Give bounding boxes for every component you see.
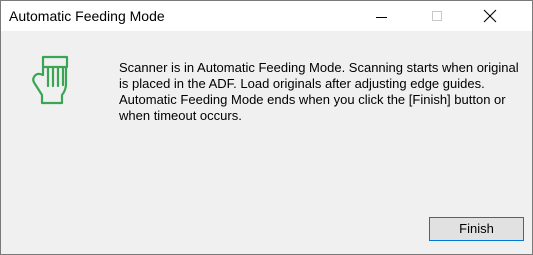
close-icon	[483, 9, 497, 23]
maximize-icon	[432, 11, 442, 21]
dialog-content: Scanner is in Automatic Feeding Mode. Sc…	[1, 31, 532, 254]
close-button[interactable]	[467, 1, 513, 31]
automatic-feeding-mode-dialog: Automatic Feeding Mode Scanner is in Aut…	[0, 0, 533, 255]
minimize-icon	[376, 17, 387, 18]
hand-feeding-icon	[32, 55, 69, 105]
maximize-button	[415, 1, 461, 31]
status-message: Scanner is in Automatic Feeding Mode. Sc…	[119, 60, 519, 123]
minimize-button[interactable]	[358, 1, 404, 31]
window-title: Automatic Feeding Mode	[9, 8, 165, 24]
title-bar[interactable]: Automatic Feeding Mode	[1, 1, 532, 31]
finish-button[interactable]: Finish	[429, 217, 524, 241]
